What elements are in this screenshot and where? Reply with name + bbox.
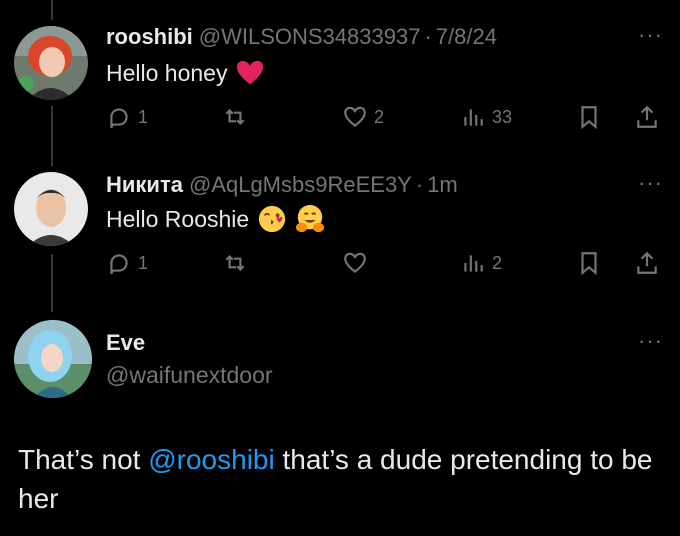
views-count: 2 [492,252,503,273]
like-icon [344,252,366,274]
display-name[interactable]: Eve [106,330,145,356]
views-icon [464,255,483,272]
views-count: 33 [492,106,513,127]
thread-line-2 [51,254,53,312]
reply-button[interactable]: 1 [106,104,148,130]
separator: · [424,24,432,49]
thread-line-top [51,0,53,20]
tweet-text: Hello honey [106,59,228,86]
display-name[interactable]: Никита [106,172,183,198]
tweet-2-header: Никита @AqLgMsbs9ReEE3Y · 1m [106,172,458,198]
bookmark-button[interactable] [576,250,602,276]
reply-count: 1 [138,252,149,273]
avatar-eve[interactable] [14,320,92,398]
kiss-emoji [259,205,286,233]
bookmark-icon [581,106,597,130]
share-icon [637,105,657,128]
views-icon [464,109,483,126]
like-button[interactable] [342,250,368,276]
reply-header: Eve [106,330,145,356]
avatar-rooshibi[interactable] [14,26,88,100]
bookmark-button[interactable] [576,104,602,130]
more-options-icon[interactable]: ··· [638,172,663,194]
tweet-2-actions: 1 2 [106,250,662,284]
tweet-2-text: Hello Rooshie [106,204,325,234]
reply-count: 1 [138,106,149,127]
reply-text-start: That’s not [18,444,149,475]
more-options-icon[interactable]: ··· [638,24,663,46]
hug-emoji [296,204,325,233]
retweet-icon [225,254,245,272]
user-handle[interactable]: @WILSONS34833937 [199,24,421,50]
bookmark-icon [581,252,597,276]
tweet-1-actions: 1 2 33 [106,104,662,138]
like-icon [344,106,366,128]
reply-icon [110,108,128,129]
tweet-1-header: rooshibi @WILSONS34833937 · 7/8/24 [106,24,497,50]
separator: · [415,172,424,197]
tweet-1-text: Hello honey [106,58,265,88]
like-count: 2 [374,106,385,127]
thread-line-1 [51,106,53,166]
share-button[interactable] [634,250,660,276]
mention-link[interactable]: @rooshibi [148,444,274,475]
display-name[interactable]: rooshibi [106,24,193,50]
retweet-icon [225,108,245,126]
reply-icon [110,254,128,275]
more-options-icon[interactable]: ··· [638,330,663,352]
views-button[interactable]: 2 [460,250,502,276]
reply-text: That’s not @rooshibi that’s a dude prete… [18,440,668,518]
like-button[interactable]: 2 [342,104,384,130]
views-button[interactable]: 33 [460,104,512,130]
tweet-text: Hello Rooshie [106,205,250,232]
retweet-button[interactable] [222,250,248,276]
avatar-nikita[interactable] [14,172,88,246]
retweet-button[interactable] [222,104,248,130]
timestamp[interactable]: 7/8/24 [436,24,497,50]
user-handle[interactable]: @AqLgMsbs9ReEE3Y [189,172,412,198]
user-handle[interactable]: @waifunextdoor [106,362,273,389]
reply-button[interactable]: 1 [106,250,148,276]
share-icon [637,251,657,274]
red-heart-emoji [237,60,264,85]
share-button[interactable] [634,104,660,130]
timestamp[interactable]: 1m [427,172,458,198]
